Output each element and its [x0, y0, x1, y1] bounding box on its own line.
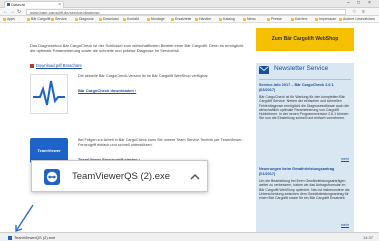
- bookmark-item[interactable]: Service: [51, 16, 67, 23]
- forward-icon[interactable]: →: [10, 8, 15, 16]
- webshop-button[interactable]: Zum Bär Cargolift WebShop: [256, 28, 354, 51]
- favicon-icon: [7, 3, 10, 6]
- intro-text: Das Diagnosetool Bär CargoCheck ist der …: [30, 43, 244, 53]
- download-filename: TeamViewerQS (2).exe: [72, 171, 171, 182]
- envelope-icon: [259, 66, 269, 74]
- chevron-up-icon[interactable]: [189, 171, 201, 183]
- news-text: Bär CargoCheck ist für Wartung für den k…: [259, 95, 350, 121]
- bookmark-item[interactable]: Download: [99, 16, 119, 23]
- bookmark-item[interactable]: Katalog: [219, 16, 235, 23]
- pdf-download-link[interactable]: Download pdf Broschüre: [30, 63, 82, 68]
- system-clock: 14:37: [362, 235, 373, 240]
- tab-title: Datavat: [11, 2, 25, 7]
- browser-tab-bar: Datavat × – □ ×: [0, 0, 379, 8]
- minimize-button[interactable]: –: [347, 0, 350, 7]
- address-bar: ← → ↻ www.baer-cargolift.de/service/diag…: [0, 8, 379, 16]
- bookmark-item[interactable]: Montage: [147, 16, 165, 23]
- bookmark-item[interactable]: Bär Cargolift: [27, 16, 50, 23]
- bookmarks-bar: Apps Bär Cargolift Service Diagnose Download…: [0, 16, 379, 23]
- bookmark-item[interactable]: Händler: [195, 16, 211, 23]
- download-popup[interactable]: TeamViewerQS (2).exe: [31, 160, 208, 192]
- browser-tab[interactable]: Datavat ×: [4, 1, 64, 8]
- url-input[interactable]: www.baer-cargolift.de/service/diagnose: [26, 9, 346, 15]
- menu-icon[interactable]: ≡: [362, 8, 365, 16]
- more-link[interactable]: mehr: [341, 223, 349, 227]
- teamviewer-text: Bei Fragen zur Arbeit in Bär CargoCheck …: [78, 138, 243, 147]
- bookmark-item[interactable]: Presse: [267, 16, 282, 23]
- cargocheck-download-link[interactable]: Bär CargoCheck downloaden ›: [78, 88, 136, 93]
- bookmark-item[interactable]: Andere Lesezeichen: [339, 16, 375, 23]
- bookmark-item[interactable]: Kontakt: [123, 16, 139, 23]
- bookmark-item[interactable]: Diagnose: [75, 16, 94, 23]
- bookmark-item[interactable]: Karriere: [291, 16, 307, 23]
- bookmark-item[interactable]: Ersatzteile: [171, 16, 191, 23]
- news-text: Um die Bearbeitung bei Ihren Gewährleist…: [259, 179, 350, 201]
- newsletter-box: Newsletter Service Service-Info 2017 – B…: [256, 63, 354, 232]
- bookmark-item[interactable]: Apps: [3, 16, 15, 23]
- cargocheck-text: Die aktuelle Bär CargoCheck-Version ist …: [78, 74, 209, 78]
- more-link[interactable]: mehr: [341, 157, 349, 161]
- news-heading[interactable]: Neuerungen beim Gewährleistungsantrag (0…: [259, 167, 351, 176]
- news-heading[interactable]: Service-Info 2017 – Bär CargoCheck 2.6.1…: [259, 83, 351, 92]
- close-window-button[interactable]: ×: [368, 0, 371, 7]
- news-item: Neuerungen beim Gewährleistungsantrag (0…: [259, 167, 351, 227]
- newsletter-header: Newsletter Service: [259, 65, 351, 78]
- maximize-button[interactable]: □: [357, 0, 360, 7]
- taskbar: TeamViewerQS (2).exe 14:37: [0, 232, 379, 241]
- page-content: Das Diagnosetool Bär CargoCheck ist der …: [0, 23, 379, 232]
- main-column: Das Diagnosetool Bär CargoCheck ist der …: [30, 23, 248, 232]
- newsletter-title: Newsletter Service: [274, 65, 329, 72]
- back-icon[interactable]: ←: [3, 8, 8, 16]
- taskbar-download-item[interactable]: TeamViewerQS (2).exe: [8, 234, 55, 241]
- divider: [259, 79, 351, 80]
- bookmark-item[interactable]: Impressum: [315, 16, 336, 23]
- teamviewer-logo-icon: [44, 169, 60, 185]
- cargocheck-thumbnail: [30, 74, 68, 114]
- pdf-icon: [30, 63, 34, 68]
- star-icon[interactable]: ☆: [352, 8, 356, 16]
- sidebar: Zum Bär Cargolift WebShop Newsletter Ser…: [256, 23, 354, 232]
- pdf-link-label: Download pdf Broschüre: [36, 63, 82, 68]
- news-item: Service-Info 2017 – Bär CargoCheck 2.6.1…: [259, 83, 351, 161]
- bookmark-item[interactable]: News: [243, 16, 256, 23]
- reload-icon[interactable]: ↻: [17, 8, 21, 16]
